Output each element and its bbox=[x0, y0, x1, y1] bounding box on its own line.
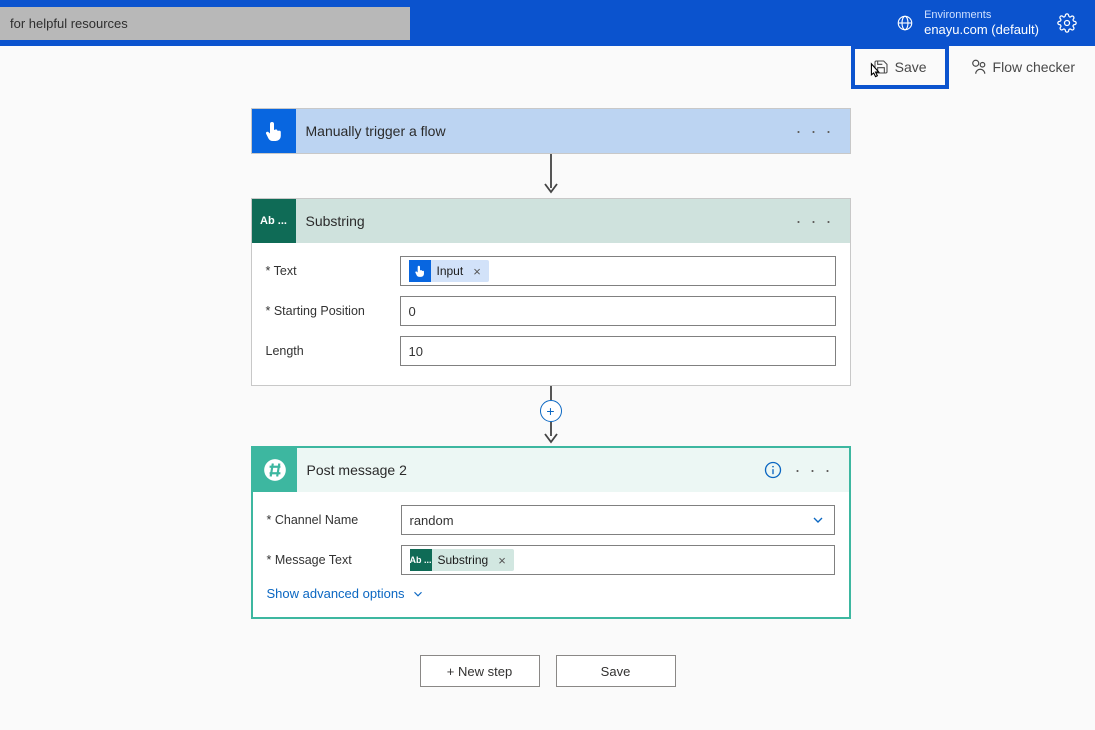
connector-1 bbox=[541, 154, 561, 198]
substring-start-label: * Starting Position bbox=[266, 304, 400, 318]
new-step-button[interactable]: + New step bbox=[420, 655, 540, 687]
gear-icon bbox=[1057, 13, 1077, 33]
save-icon bbox=[873, 59, 889, 75]
show-advanced-options[interactable]: Show advanced options bbox=[267, 586, 425, 601]
hash-icon bbox=[262, 457, 288, 483]
token-substring-label: Substring bbox=[438, 553, 489, 567]
token-substring[interactable]: Ab ... Substring × bbox=[410, 549, 514, 571]
flow-checker-button[interactable]: Flow checker bbox=[961, 54, 1083, 80]
postmsg-text-label: * Message Text bbox=[267, 553, 401, 567]
flow-checker-label: Flow checker bbox=[993, 59, 1075, 75]
save-button[interactable]: Save bbox=[851, 45, 949, 89]
chevron-down-icon bbox=[411, 587, 425, 601]
step-substring-more[interactable]: · · · bbox=[790, 207, 840, 236]
top-bar: for helpful resources Environments enayu… bbox=[0, 0, 1095, 46]
globe-icon bbox=[896, 14, 914, 32]
save-label: Save bbox=[895, 59, 927, 75]
step-post-message[interactable]: Post message 2 · · · * Channel Name rand… bbox=[251, 446, 851, 619]
bottom-buttons: + New step Save bbox=[420, 655, 676, 687]
substring-text-label: * Text bbox=[266, 264, 400, 278]
postmsg-channel-label: * Channel Name bbox=[267, 513, 401, 527]
step-substring[interactable]: Ab ... Substring · · · * Text Input × bbox=[251, 198, 851, 386]
touch-icon bbox=[413, 264, 427, 278]
step-trigger-more[interactable]: · · · bbox=[790, 117, 840, 146]
postmsg-channel-select[interactable]: random bbox=[401, 505, 835, 535]
step-trigger[interactable]: Manually trigger a flow · · · bbox=[251, 108, 851, 154]
substring-text-input[interactable]: Input × bbox=[400, 256, 836, 286]
token-substring-remove[interactable]: × bbox=[494, 553, 510, 568]
touch-icon bbox=[262, 119, 286, 143]
search-text: for helpful resources bbox=[10, 16, 128, 31]
chevron-down-icon bbox=[810, 512, 826, 528]
step-trigger-title: Manually trigger a flow bbox=[306, 123, 790, 139]
save-bottom-button[interactable]: Save bbox=[556, 655, 676, 687]
flow-checker-icon bbox=[969, 58, 987, 76]
step-substring-title: Substring bbox=[306, 213, 790, 229]
substring-start-input[interactable]: 0 bbox=[400, 296, 836, 326]
postmsg-text-input[interactable]: Ab ... Substring × bbox=[401, 545, 835, 575]
settings-button[interactable] bbox=[1057, 13, 1077, 33]
token-input[interactable]: Input × bbox=[409, 260, 489, 282]
search-box[interactable]: for helpful resources bbox=[0, 7, 410, 40]
substring-length-label: Length bbox=[266, 344, 400, 358]
connector-2: + bbox=[540, 386, 562, 446]
info-icon bbox=[763, 460, 783, 480]
token-input-remove[interactable]: × bbox=[469, 264, 485, 279]
environment-label: Environments bbox=[924, 9, 1039, 22]
step-postmsg-title: Post message 2 bbox=[307, 462, 763, 478]
info-button[interactable] bbox=[763, 460, 783, 480]
flow-canvas: Manually trigger a flow · · · Ab ... Sub… bbox=[0, 88, 1095, 707]
environment-picker[interactable]: Environments enayu.com (default) bbox=[896, 9, 1039, 38]
substring-length-input[interactable]: 10 bbox=[400, 336, 836, 366]
environment-name: enayu.com (default) bbox=[924, 22, 1039, 38]
substring-icon: Ab ... bbox=[252, 199, 296, 243]
step-postmsg-more[interactable]: · · · bbox=[789, 456, 839, 485]
insert-step-button[interactable]: + bbox=[540, 400, 562, 422]
token-input-label: Input bbox=[437, 264, 464, 278]
editor-toolbar: Save Flow checker bbox=[0, 46, 1095, 88]
